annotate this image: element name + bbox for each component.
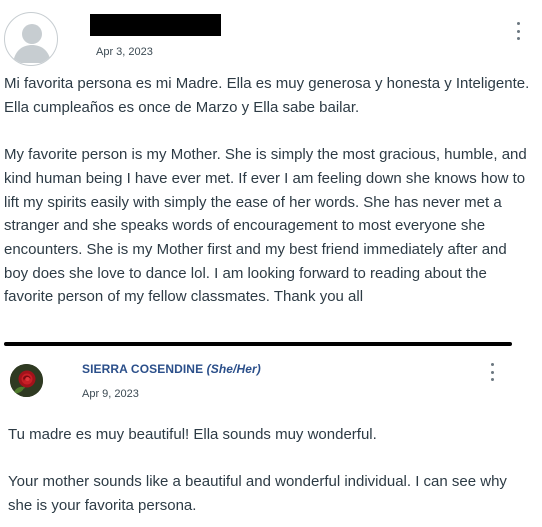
more-options-icon[interactable] (513, 22, 523, 40)
post-paragraph: My favorite person is my Mother. She is … (4, 146, 527, 306)
redacted-author-name (90, 14, 221, 36)
reply-date: Apr 9, 2023 (82, 388, 139, 400)
reply-author-name[interactable]: SIERRA COSENDINE (She/Her) (82, 362, 261, 376)
reply-divider (4, 342, 512, 346)
red-rose-avatar-icon[interactable] (10, 364, 43, 397)
reply-paragraph: Your mother sounds like a beautiful and … (8, 473, 507, 515)
default-user-avatar-icon[interactable] (4, 12, 58, 66)
post-date: Apr 3, 2023 (96, 46, 153, 58)
reply-paragraph: Tu madre es muy beautiful! Ella sounds m… (8, 426, 377, 443)
reply-author[interactable]: SIERRA COSENDINE (82, 362, 203, 376)
reply-author-pronouns: (She/Her) (206, 362, 261, 376)
more-options-icon[interactable] (487, 363, 497, 381)
reply-body: Tu madre es muy beautiful! Ella sounds m… (8, 423, 532, 518)
post-paragraph: Mi favorita persona es mi Madre. Ella es… (4, 75, 530, 116)
post-body: Mi favorita persona es mi Madre. Ella es… (4, 72, 534, 309)
